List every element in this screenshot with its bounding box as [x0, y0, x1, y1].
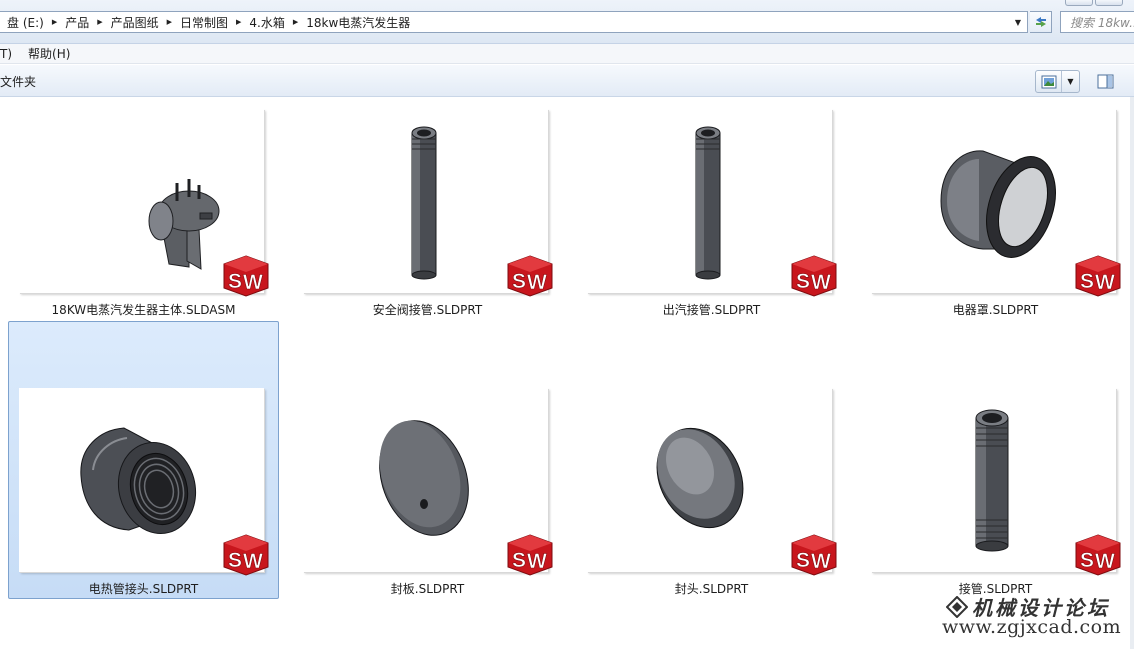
refresh-icon — [1035, 17, 1046, 27]
file-thumbnail: S W — [871, 388, 1121, 576]
breadcrumb-daily-drawing[interactable]: 日常制图 — [174, 14, 234, 31]
preview-pane-button[interactable] — [1092, 70, 1118, 93]
svg-text:S: S — [512, 549, 526, 572]
solidworks-badge-icon: S W — [791, 534, 837, 576]
file-name: 安全阀接管.SLDPRT — [372, 303, 483, 317]
file-thumbnail: S W — [303, 388, 553, 576]
command-bar: 文件夹 ▼ — [0, 65, 1134, 97]
file-thumbnail: S W — [587, 109, 837, 297]
address-bar[interactable]: 盘 (E:) ▶ 产品 ▶ 产品图纸 ▶ 日常制图 ▶ 4.水箱 ▶ 18kw电… — [0, 11, 1028, 33]
svg-text:S: S — [796, 549, 810, 572]
address-history-dropdown[interactable]: ▼ — [1009, 12, 1027, 32]
breadcrumb-product-drawings[interactable]: 产品图纸 — [105, 14, 165, 31]
breadcrumb-water-tank[interactable]: 4.水箱 — [243, 14, 290, 31]
file-thumbnail: S W — [871, 109, 1121, 297]
maximize-button[interactable] — [1095, 0, 1123, 6]
svg-text:W: W — [1095, 271, 1115, 294]
svg-text:S: S — [1080, 270, 1094, 293]
svg-text:S: S — [512, 270, 526, 293]
file-name: 封板.SLDPRT — [390, 582, 465, 596]
breadcrumb-arrow-icon[interactable]: ▶ — [50, 18, 59, 26]
svg-text:W: W — [243, 550, 263, 573]
file-thumbnail: S W — [587, 388, 837, 576]
large-icons-view-icon — [1041, 75, 1056, 88]
minimize-button[interactable] — [1065, 0, 1093, 6]
svg-text:W: W — [1095, 550, 1115, 573]
address-toolbar: 盘 (E:) ▶ 产品 ▶ 产品图纸 ▶ 日常制图 ▶ 4.水箱 ▶ 18kw电… — [0, 0, 1134, 44]
breadcrumb-current-folder[interactable]: 18kw电蒸汽发生器 — [300, 14, 416, 31]
file-item[interactable]: S W 封头.SLDPRT — [576, 321, 847, 599]
solidworks-badge-icon: S W — [507, 255, 553, 297]
view-mode-toggle[interactable] — [1036, 71, 1062, 92]
preview-pane-icon — [1097, 74, 1113, 89]
search-placeholder: 搜索 18kw... — [1070, 15, 1134, 30]
solidworks-badge-icon: S W — [223, 534, 269, 576]
breadcrumb-products[interactable]: 产品 — [59, 14, 95, 31]
file-name: 电热管接头.SLDPRT — [88, 582, 199, 596]
svg-text:S: S — [228, 549, 242, 572]
forum-watermark: 机械设计论坛 www.zgjxcad.com — [942, 592, 1134, 649]
file-name: 18KW电蒸汽发生器主体.SLDASM — [51, 303, 236, 317]
solidworks-badge-icon: S W — [1075, 255, 1121, 297]
svg-text:W: W — [243, 271, 263, 294]
svg-text:S: S — [796, 270, 810, 293]
menu-tools[interactable]: T) — [0, 47, 20, 61]
svg-text:W: W — [811, 550, 831, 573]
file-thumbnail: S W — [303, 109, 553, 297]
forum-logo-icon — [946, 596, 968, 618]
change-view-button[interactable]: ▼ — [1035, 70, 1080, 93]
breadcrumb-arrow-icon[interactable]: ▶ — [95, 18, 104, 26]
svg-text:S: S — [228, 270, 242, 293]
file-item[interactable]: S W 接管.SLDPRT — [860, 321, 1131, 599]
svg-text:W: W — [811, 271, 831, 294]
file-thumbnail: S W — [19, 388, 269, 576]
solidworks-badge-icon: S W — [1075, 534, 1121, 576]
svg-text:W: W — [527, 271, 547, 294]
menu-bar: T) 帮助(H) — [0, 44, 1134, 64]
refresh-button[interactable] — [1030, 11, 1052, 33]
file-name: 出汽接管.SLDPRT — [662, 303, 761, 317]
search-input[interactable]: 搜索 18kw... — [1060, 11, 1134, 33]
file-name: 封头.SLDPRT — [674, 582, 749, 596]
watermark-url: www.zgjxcad.com — [942, 616, 1122, 638]
breadcrumb-drive[interactable]: 盘 (E:) — [1, 14, 50, 31]
menu-help[interactable]: 帮助(H) — [20, 45, 78, 62]
breadcrumb-arrow-icon[interactable]: ▶ — [165, 18, 174, 26]
solidworks-badge-icon: S W — [507, 534, 553, 576]
breadcrumb-arrow-icon[interactable]: ▶ — [291, 18, 300, 26]
svg-text:W: W — [527, 550, 547, 573]
file-item-selected[interactable]: S W 电热管接头.SLDPRT — [8, 321, 279, 599]
breadcrumb: 盘 (E:) ▶ 产品 ▶ 产品图纸 ▶ 日常制图 ▶ 4.水箱 ▶ 18kw电… — [0, 14, 1009, 31]
solidworks-badge-icon: S W — [223, 255, 269, 297]
svg-text:S: S — [1080, 549, 1094, 572]
file-item[interactable]: S W 封板.SLDPRT — [292, 321, 563, 599]
file-thumbnail: S W — [19, 109, 269, 297]
breadcrumb-arrow-icon[interactable]: ▶ — [234, 18, 243, 26]
file-name: 电器罩.SLDPRT — [952, 303, 1039, 317]
view-options-dropdown[interactable]: ▼ — [1062, 71, 1079, 92]
new-folder-button[interactable]: 文件夹 — [0, 73, 36, 90]
solidworks-badge-icon: S W — [791, 255, 837, 297]
